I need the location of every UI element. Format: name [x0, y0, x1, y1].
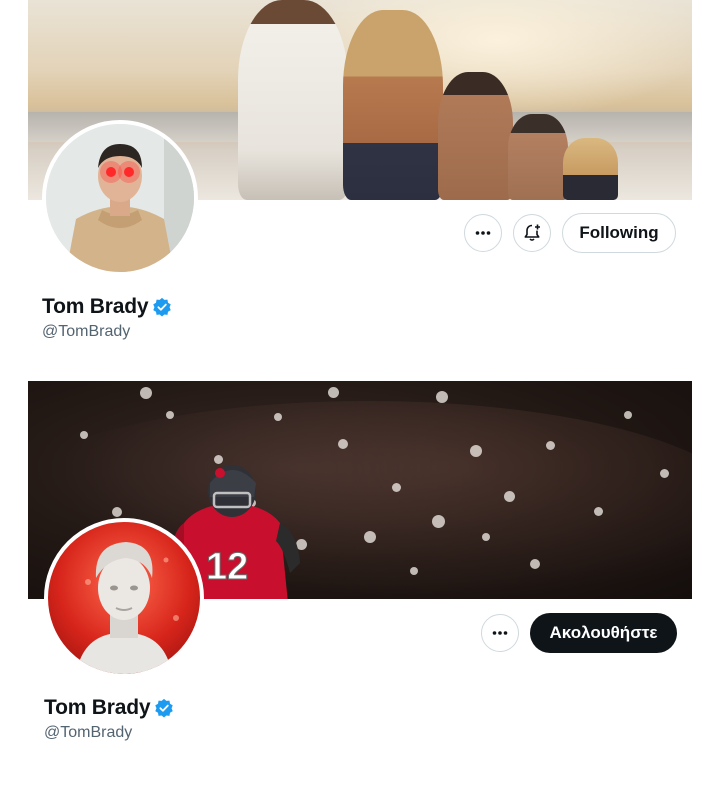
notification-bell-icon — [524, 224, 540, 241]
more-options-button[interactable] — [481, 614, 519, 652]
stadium-light — [482, 533, 490, 541]
figure-child-2 — [508, 114, 568, 200]
jersey-number: 12 — [206, 546, 248, 588]
verified-badge-icon — [153, 297, 172, 317]
more-icon — [492, 631, 508, 635]
stadium-light — [530, 559, 540, 569]
stadium-light — [80, 431, 88, 439]
stadium-light — [504, 491, 515, 502]
stadium-light — [546, 441, 555, 450]
figure-man — [238, 0, 348, 200]
profile-name-row: Tom Brady — [42, 295, 172, 319]
stadium-light — [624, 411, 632, 419]
stadium-light — [364, 531, 376, 543]
more-icon — [475, 231, 491, 235]
stadium-light — [140, 387, 152, 399]
profile-handle: @TomBrady — [42, 323, 131, 340]
stadium-light — [166, 411, 174, 419]
stadium-light — [274, 413, 282, 421]
stadium-light — [410, 567, 418, 575]
stadium-light — [432, 515, 445, 528]
more-options-button[interactable] — [464, 214, 502, 252]
stadium-light — [594, 507, 603, 516]
figure-woman — [343, 10, 443, 200]
stadium-light — [112, 507, 122, 517]
profile-handle: @TomBrady — [44, 724, 133, 741]
figure-child-1 — [438, 72, 513, 200]
profile-name-row: Tom Brady — [44, 696, 174, 720]
stadium-light — [392, 483, 401, 492]
avatar-portrait — [46, 124, 194, 272]
avatar-statue-portrait — [76, 542, 179, 674]
stadium-light — [328, 387, 339, 398]
stadium-light — [470, 445, 482, 457]
profile-avatar[interactable] — [42, 120, 198, 276]
following-button[interactable]: Following — [562, 213, 676, 253]
figure-child-3 — [563, 138, 618, 200]
display-name: Tom Brady — [44, 696, 151, 719]
stadium-light — [436, 391, 448, 403]
follow-button[interactable]: Ακολουθήστε — [530, 613, 677, 653]
stadium-light — [660, 469, 669, 478]
stadium-light — [338, 439, 348, 449]
verified-badge-icon — [155, 698, 174, 718]
notifications-button[interactable] — [513, 214, 551, 252]
display-name: Tom Brady — [42, 295, 149, 318]
profile-avatar[interactable] — [44, 518, 204, 678]
